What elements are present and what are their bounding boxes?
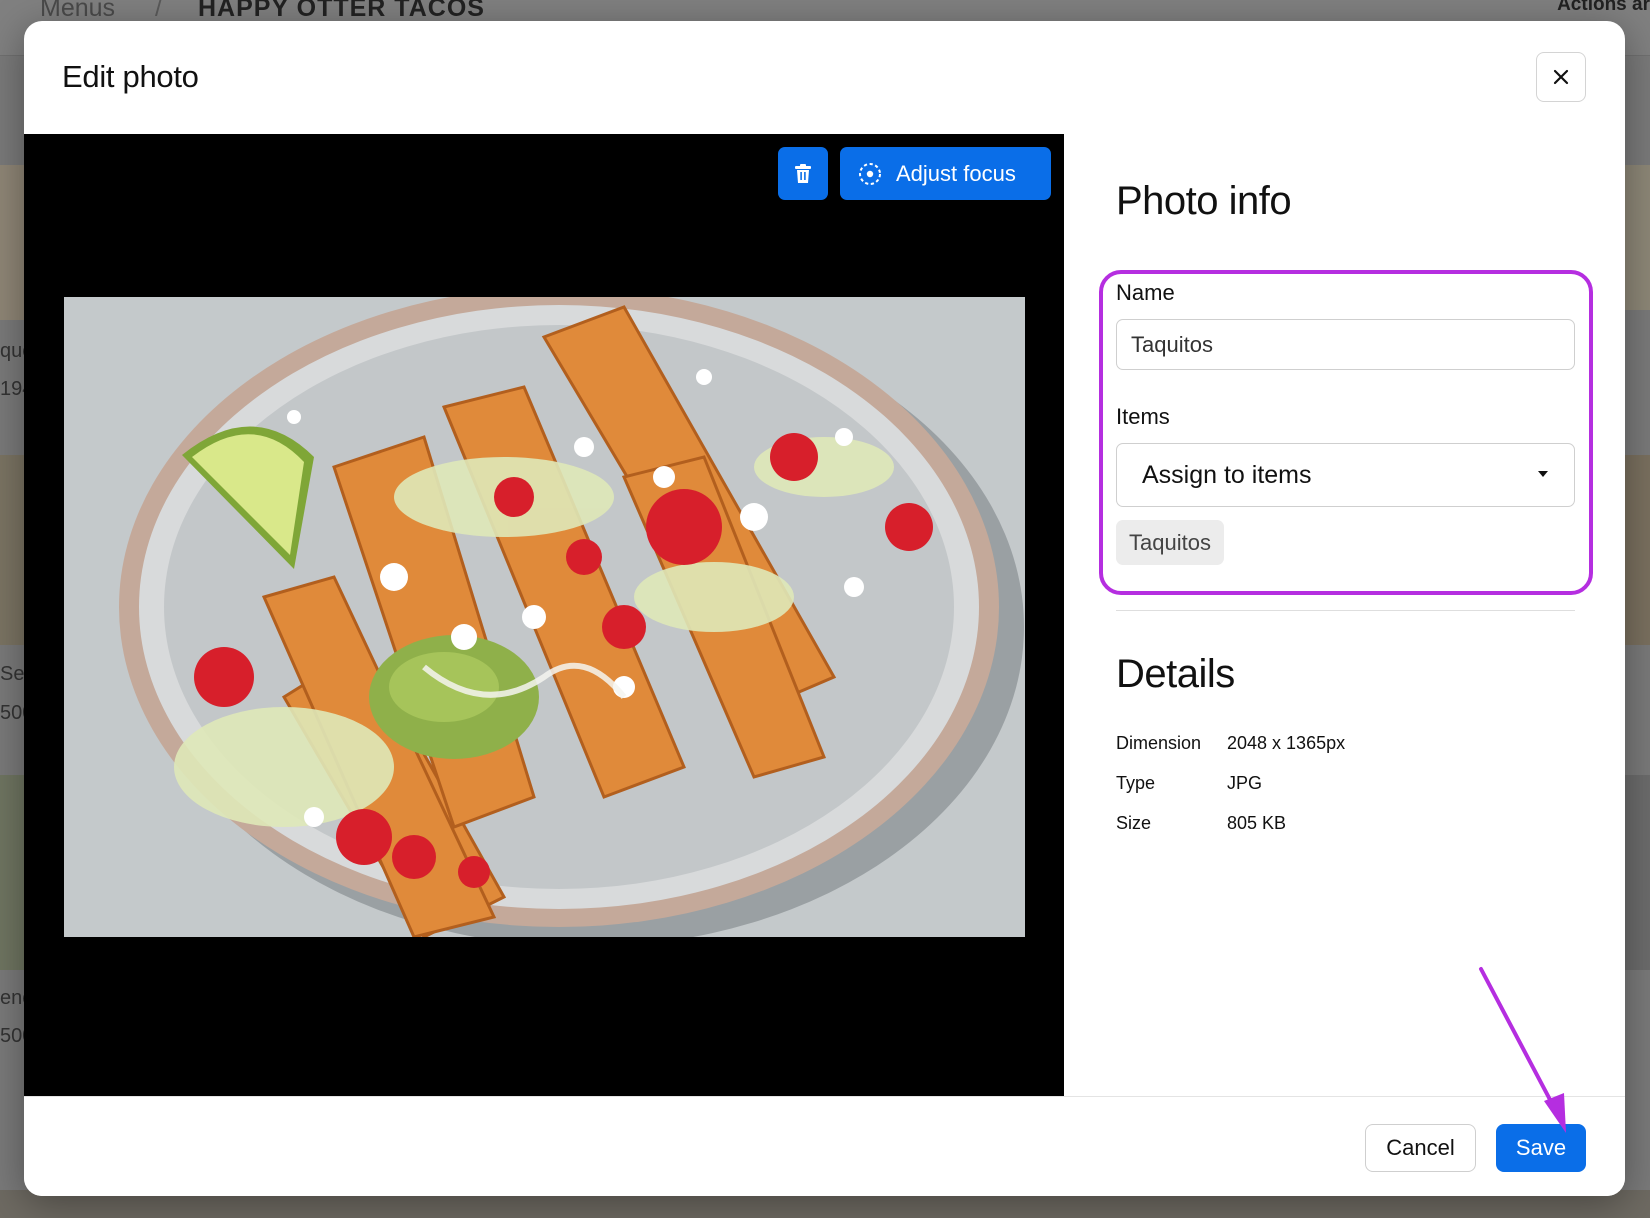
edit-photo-modal: Edit photo Adjust focus Photo info Name … — [24, 21, 1625, 1196]
assign-items-select[interactable]: Assign to items — [1116, 443, 1575, 507]
detail-value: 805 KB — [1227, 813, 1287, 833]
detail-row-dimension: Dimension 2048 x 1365px — [1116, 733, 1345, 754]
detail-key: Type — [1116, 773, 1156, 793]
detail-key: Size — [1116, 813, 1152, 833]
items-field-label: Items — [1116, 404, 1170, 429]
image-preview-pane: Adjust focus — [24, 134, 1064, 1096]
assign-items-select-value: Assign to items — [1142, 460, 1312, 489]
detail-value: 2048 x 1365px — [1227, 733, 1346, 753]
breadcrumb-separator: / — [155, 0, 162, 22]
modal-footer: Cancel Save — [24, 1096, 1625, 1196]
breadcrumb-restaurant: HAPPY OTTER TACOS — [198, 0, 485, 22]
photo-name-input[interactable] — [1116, 319, 1575, 370]
background-photo-tile[interactable] — [1625, 455, 1650, 645]
details-heading: Details — [1116, 652, 1235, 696]
background-photo-tile[interactable] — [1625, 775, 1650, 970]
caret-down-icon — [1538, 471, 1548, 477]
focus-target-icon — [859, 162, 881, 185]
taquitos-photo-illustration — [64, 297, 1025, 937]
background-photo-tile[interactable] — [0, 775, 24, 970]
detail-value: JPG — [1227, 773, 1263, 793]
adjust-focus-button[interactable]: Adjust focus — [840, 147, 1051, 200]
assigned-item-chip[interactable]: Taquitos — [1116, 520, 1224, 565]
annotation-arrow — [1479, 967, 1566, 1133]
actions-button[interactable]: Actions ar — [1557, 0, 1650, 16]
modal-title: Edit photo — [62, 59, 199, 94]
background-photo-tile[interactable] — [0, 165, 24, 320]
photo-info-heading: Photo info — [1116, 179, 1292, 223]
background-photo-tile[interactable] — [0, 455, 24, 645]
adjust-focus-label: Adjust focus — [896, 160, 1016, 186]
photo-info-pane: Photo info Name Items Assign to items Ta… — [1064, 134, 1625, 1096]
background-photo-tile[interactable] — [1625, 165, 1650, 310]
detail-key: Dimension — [1116, 733, 1202, 753]
close-button[interactable] — [1536, 52, 1586, 102]
delete-photo-button[interactable] — [778, 147, 828, 200]
section-divider — [1116, 610, 1575, 611]
name-field-label: Name — [1116, 280, 1175, 305]
detail-row-type: Type JPG — [1116, 773, 1262, 794]
trash-icon — [795, 163, 811, 183]
modal-header: Edit photo — [24, 21, 1625, 134]
cancel-button[interactable]: Cancel — [1365, 1124, 1476, 1172]
breadcrumb-menus[interactable]: Menus — [40, 0, 115, 23]
food-photo — [64, 297, 1025, 937]
close-icon — [1553, 69, 1569, 85]
detail-row-size: Size 805 KB — [1116, 813, 1286, 834]
